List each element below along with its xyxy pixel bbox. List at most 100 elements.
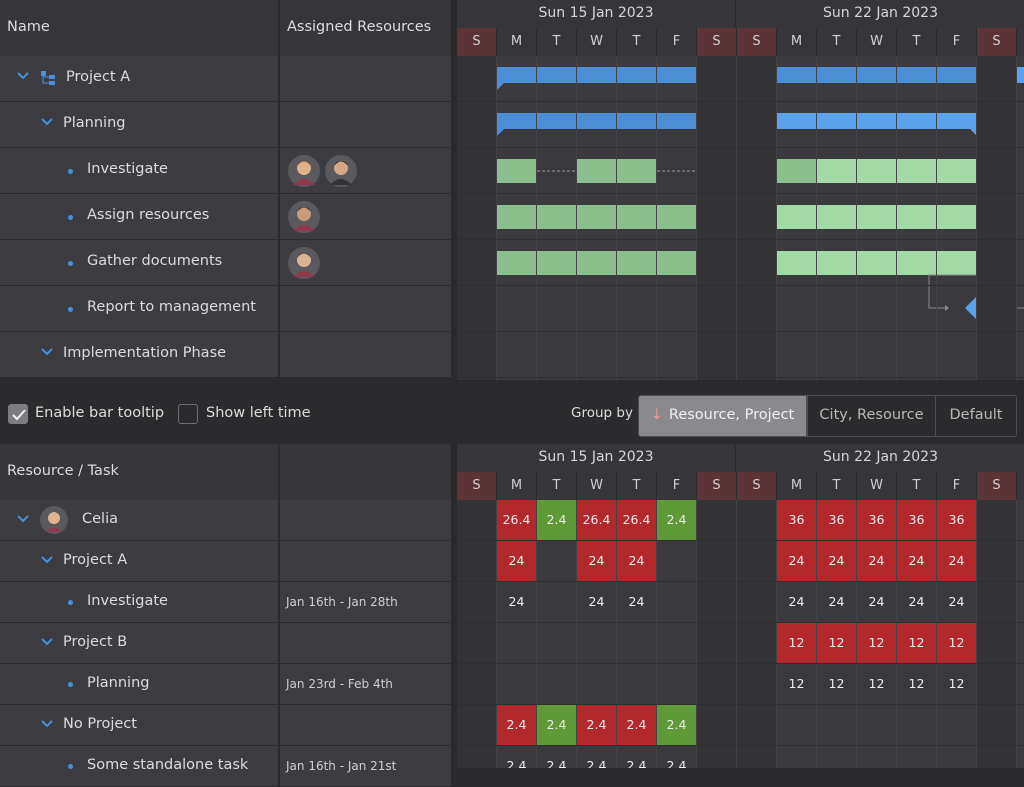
histogram-timeline-header: Sun 15 Jan 2023 Sun 22 Jan 2023 SMTWTFSS… [457, 444, 1024, 500]
allocation-cell[interactable]: 36 [817, 500, 856, 540]
column-header-resources[interactable]: Assigned Resources [280, 0, 451, 56]
allocation-cell[interactable]: 24 [937, 582, 976, 622]
allocation-cell[interactable]: 24 [577, 541, 616, 581]
allocation-cell[interactable]: 12 [777, 664, 816, 704]
column-header-name[interactable]: Name [0, 0, 279, 56]
allocation-cell[interactable]: 2.4 [537, 705, 576, 745]
resource-row[interactable]: Some standalone task [0, 746, 279, 787]
allocation-cell[interactable]: 26.4 [577, 500, 616, 540]
show-left-time-checkbox[interactable] [178, 404, 198, 424]
column-header-dates[interactable] [280, 444, 451, 500]
task-row[interactable]: Project A [0, 56, 279, 102]
allocation-cell[interactable]: 2.4 [537, 500, 576, 540]
allocation-cell[interactable]: 24 [857, 582, 896, 622]
group-default-label: Default [949, 407, 1003, 423]
resource-row[interactable]: Project B [0, 623, 279, 664]
resource-row[interactable]: Investigate [0, 582, 279, 623]
task-row[interactable]: Planning [0, 102, 279, 148]
allocation-cell[interactable]: 2.4 [497, 746, 536, 768]
allocation-cell[interactable]: 24 [777, 541, 816, 581]
task-row[interactable]: Gather documents [0, 240, 279, 286]
allocation-cell[interactable]: 36 [937, 500, 976, 540]
assigned-resources-cell[interactable] [280, 56, 451, 102]
allocation-cell[interactable]: 26.4 [497, 500, 536, 540]
allocation-cell[interactable]: 12 [897, 623, 936, 663]
allocation-cell[interactable]: 2.4 [497, 705, 536, 745]
resource-row[interactable]: Planning [0, 664, 279, 705]
group-resource-project-button[interactable]: ↓ Resource, Project [638, 395, 807, 437]
group-city-resource-button[interactable]: City, Resource [807, 395, 936, 437]
allocation-cell[interactable]: 12 [817, 623, 856, 663]
bullet-icon [68, 261, 73, 266]
resource-task-name: Celia [82, 511, 118, 527]
chevron-down-icon[interactable] [40, 345, 54, 362]
resource-row[interactable]: No Project [0, 705, 279, 746]
chevron-down-icon[interactable] [40, 635, 54, 652]
allocation-cell[interactable]: 24 [897, 541, 936, 581]
avatar-resource[interactable] [286, 199, 322, 235]
allocation-cell[interactable]: 12 [857, 623, 896, 663]
bottom-day-9: T [817, 472, 857, 500]
group-default-button[interactable]: Default [935, 395, 1017, 437]
allocation-cell[interactable]: 24 [817, 582, 856, 622]
chevron-down-icon[interactable] [40, 115, 54, 132]
allocation-cell[interactable]: 2.4 [657, 746, 696, 768]
allocation-cell[interactable]: 24 [857, 541, 896, 581]
date-range-cell [280, 705, 451, 746]
allocation-cell[interactable]: 24 [617, 541, 656, 581]
allocation-cell[interactable]: 2.4 [657, 500, 696, 540]
allocation-cell[interactable]: 2.4 [577, 705, 616, 745]
column-header-resource-task[interactable]: Resource / Task [0, 444, 279, 500]
avatar-resource[interactable] [323, 153, 359, 189]
allocation-cell[interactable]: 24 [617, 582, 656, 622]
assigned-resources-cell[interactable] [280, 102, 451, 148]
avatar-celia [39, 505, 69, 535]
allocation-cell[interactable]: 26.4 [617, 500, 656, 540]
avatar-resource[interactable] [286, 245, 322, 281]
resource-row[interactable]: Project A [0, 541, 279, 582]
chevron-down-icon[interactable] [40, 553, 54, 570]
allocation-cell[interactable]: 24 [497, 541, 536, 581]
allocation-cell[interactable]: 12 [777, 623, 816, 663]
allocation-cell[interactable]: 36 [897, 500, 936, 540]
allocation-cell[interactable]: 24 [777, 582, 816, 622]
chevron-down-icon[interactable] [40, 717, 54, 734]
allocation-cell[interactable]: 12 [817, 664, 856, 704]
allocation-cell[interactable]: 2.4 [537, 746, 576, 768]
chevron-down-icon[interactable] [16, 69, 30, 86]
allocation-cell[interactable]: 24 [817, 541, 856, 581]
date-range-cell: Jan 16th - Jan 28th [280, 582, 451, 623]
assigned-resources-cell[interactable] [280, 286, 451, 332]
allocation-cell[interactable]: 2.4 [617, 705, 656, 745]
task-row[interactable]: Assign resources [0, 194, 279, 240]
allocation-cell[interactable]: 24 [937, 541, 976, 581]
allocation-cell[interactable]: 36 [857, 500, 896, 540]
allocation-cell[interactable]: 2.4 [657, 705, 696, 745]
allocation-cell[interactable]: 36 [777, 500, 816, 540]
task-row[interactable]: Report to management [0, 286, 279, 332]
avatar-celia[interactable] [286, 153, 322, 189]
allocation-cell[interactable]: 12 [937, 664, 976, 704]
show-left-time-label[interactable]: Show left time [206, 405, 311, 421]
top-day-12: F [937, 28, 977, 56]
allocation-cell[interactable]: 24 [497, 582, 536, 622]
allocation-cell[interactable]: 12 [897, 664, 936, 704]
enable-tooltip-checkbox[interactable] [8, 404, 28, 424]
top-day-6: S [697, 28, 737, 56]
allocation-cell[interactable]: 2.4 [577, 746, 616, 768]
enable-tooltip-label[interactable]: Enable bar tooltip [35, 405, 164, 421]
task-row[interactable]: Investigate [0, 148, 279, 194]
allocation-cell[interactable]: 24 [577, 582, 616, 622]
resource-row[interactable]: Celia [0, 500, 279, 541]
allocation-cell[interactable]: 24 [897, 582, 936, 622]
task-name: Assign resources [87, 207, 210, 223]
assigned-resources-cell[interactable] [280, 332, 451, 378]
task-row[interactable]: Implementation Phase [0, 332, 279, 378]
allocation-cell[interactable]: 2.4 [617, 746, 656, 768]
bottom-day-7: S [737, 472, 777, 500]
date-range-cell [280, 623, 451, 664]
task-name: Investigate [87, 161, 168, 177]
chevron-down-icon[interactable] [16, 512, 30, 529]
allocation-cell[interactable]: 12 [857, 664, 896, 704]
allocation-cell[interactable]: 12 [937, 623, 976, 663]
